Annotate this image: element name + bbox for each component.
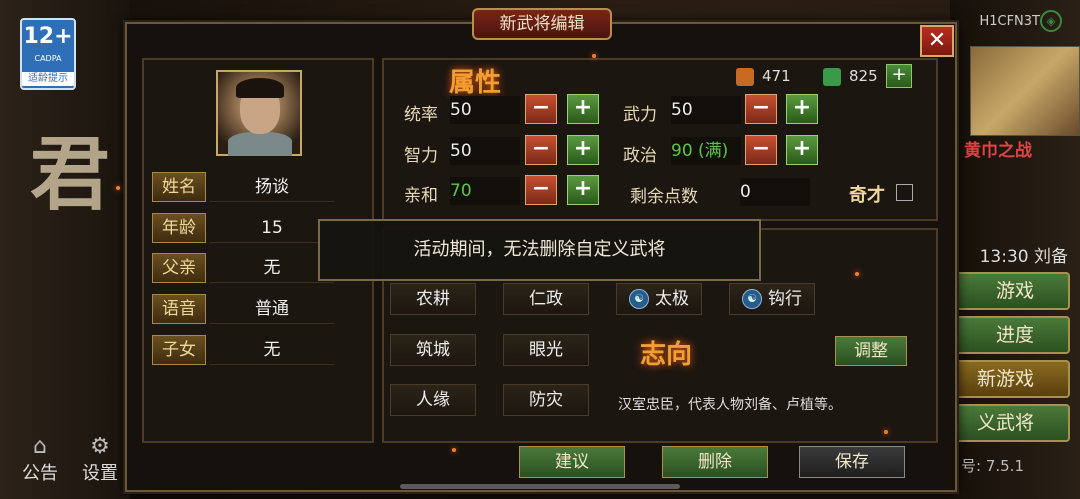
remaining-points-label: 剩余点数 [630, 187, 698, 207]
name-field[interactable]: 扬谈 [210, 172, 334, 202]
zhengzhi-minus-button[interactable]: − [745, 135, 777, 165]
portrait-hair [236, 78, 284, 98]
player-code: H1CFN3T [979, 14, 1040, 29]
ember-particle [855, 272, 859, 276]
stat-tongshuai-label: 统率 [404, 105, 438, 125]
tongshuai-minus-button[interactable]: − [525, 94, 557, 124]
wuli-minus-button[interactable]: − [745, 94, 777, 124]
skill-zhucheng[interactable]: 筑城 [390, 334, 476, 366]
book-count: 471 [762, 67, 791, 85]
stat-wuli-label: 武力 [623, 105, 657, 125]
menu-button-game[interactable]: 游戏 [950, 272, 1070, 310]
book-resource: 471 [736, 67, 791, 86]
menu-button-custom-general[interactable]: 义武将 [950, 404, 1070, 442]
ember-particle [884, 430, 888, 434]
skill-yanguang[interactable]: 眼光 [503, 334, 589, 366]
zhili-plus-button[interactable]: + [567, 135, 599, 165]
scenario-banner-label: 黄巾之战 [964, 141, 1032, 161]
wuli-plus-button[interactable]: + [786, 94, 818, 124]
age-label: 年龄 [152, 213, 206, 243]
children-field[interactable]: 无 [210, 335, 334, 365]
skill-renzheng[interactable]: 仁政 [503, 283, 589, 315]
skill-renyuan[interactable]: 人缘 [390, 384, 476, 416]
delete-button[interactable]: 删除 [662, 446, 768, 478]
gem-icon [823, 67, 841, 86]
portrait-body [228, 132, 292, 156]
attributes-title: 属性 [449, 68, 502, 98]
ember-particle [592, 54, 596, 58]
suggest-button[interactable]: 建议 [519, 446, 625, 478]
age-field[interactable]: 15 [210, 213, 334, 243]
gem-count: 825 [849, 67, 878, 85]
skill-taiji-label: 太极 [655, 289, 689, 309]
qicai-checkbox[interactable] [896, 184, 913, 201]
tongshuai-plus-button[interactable]: + [567, 94, 599, 124]
toast-message: 活动期间，无法删除自定义武将 [318, 219, 761, 281]
stat-zhengzhi-label: 政治 [623, 146, 657, 166]
menu-button-new-game[interactable]: 新游戏 [950, 360, 1070, 398]
remaining-points-value: 0 [740, 178, 810, 206]
settings-button[interactable]: ⚙ 设置 [78, 434, 122, 485]
gouxing-icon: ☯ [742, 289, 762, 309]
father-field[interactable]: 无 [210, 253, 334, 283]
stat-zhengzhi-value: 90 (满) [671, 137, 741, 165]
version-text: 号: 7.5.1 [961, 457, 1024, 475]
portrait-avatar[interactable] [216, 70, 302, 156]
skill-taiji[interactable]: ☯ 太极 [616, 283, 702, 315]
gem-resource: 825 [823, 67, 878, 86]
ember-particle [452, 448, 456, 452]
voice-label: 语音 [152, 294, 206, 324]
stat-qinhe-label: 亲和 [404, 186, 438, 206]
qicai-label: 奇才 [849, 185, 885, 206]
add-gem-button[interactable]: + [886, 64, 912, 88]
home-indicator [400, 484, 680, 489]
qinhe-minus-button[interactable]: − [525, 175, 557, 205]
zhili-minus-button[interactable]: − [525, 135, 557, 165]
adjust-button[interactable]: 调整 [835, 336, 907, 366]
children-label: 子女 [152, 335, 206, 365]
age-rating-number: 12+ [23, 24, 73, 49]
shield-icon: ◈ [1040, 10, 1062, 32]
menu-button-progress[interactable]: 进度 [950, 316, 1070, 354]
dialog-title: 新武将编辑 [472, 8, 612, 40]
notice-label: 公告 [22, 463, 58, 484]
stat-zhili-label: 智力 [404, 146, 438, 166]
stat-wuli-value: 50 [671, 96, 741, 124]
background-title-char: 君 [30, 127, 110, 221]
aspiration-title: 志向 [640, 340, 693, 370]
voice-field[interactable]: 普通 [210, 294, 334, 324]
scenario-banner-image[interactable] [970, 46, 1080, 136]
save-time-text: 13:30 刘备 [979, 247, 1068, 267]
age-rating-tip: 适龄提示 [22, 72, 74, 86]
skill-nonggeng[interactable]: 农耕 [390, 283, 476, 315]
settings-label: 设置 [82, 463, 118, 484]
stat-zhili-value: 50 [450, 137, 520, 165]
gear-icon: ⚙ [90, 434, 110, 459]
aspiration-description: 汉室忠臣，代表人物刘备、卢植等。 [618, 397, 842, 413]
qinhe-plus-button[interactable]: + [567, 175, 599, 205]
age-rating-badge: 12+ CADPA 适龄提示 [20, 18, 76, 90]
skill-gouxing-label: 钩行 [768, 289, 802, 309]
name-label: 姓名 [152, 172, 206, 202]
close-button[interactable]: ✕ [920, 25, 954, 57]
age-rating-org: CADPA [34, 54, 62, 63]
taiji-icon: ☯ [629, 289, 649, 309]
ember-particle [116, 186, 120, 190]
save-button[interactable]: 保存 [799, 446, 905, 478]
father-label: 父亲 [152, 253, 206, 283]
home-icon: ⌂ [33, 434, 47, 459]
skill-gouxing[interactable]: ☯ 钩行 [729, 283, 815, 315]
stat-tongshuai-value: 50 [450, 96, 520, 124]
skill-fangzai[interactable]: 防灾 [503, 384, 589, 416]
book-icon [736, 67, 754, 86]
zhengzhi-plus-button[interactable]: + [786, 135, 818, 165]
stat-qinhe-value: 70 [450, 177, 520, 205]
notice-button[interactable]: ⌂ 公告 [18, 434, 62, 485]
